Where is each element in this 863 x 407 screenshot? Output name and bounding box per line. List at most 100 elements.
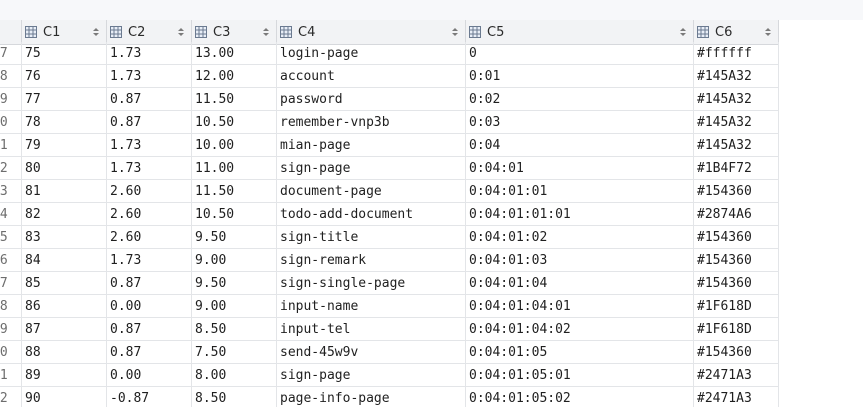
column-header[interactable]: C6 xyxy=(694,20,779,44)
table-cell[interactable]: 1.73 xyxy=(107,249,192,272)
table-row[interactable]: 9290-0.878.50page-info-page0:04:01:05:02… xyxy=(0,387,779,407)
data-grid[interactable]: C1C2C3C4C5C6 77751.7313.00login-page0#ff… xyxy=(0,20,779,407)
column-header[interactable]: C1 xyxy=(22,20,107,44)
table-cell[interactable]: password xyxy=(277,88,466,111)
table-cell[interactable]: #1F618D xyxy=(694,318,779,341)
table-row[interactable]: 78761.7312.00account0:01#145A32 xyxy=(0,65,779,88)
table-cell[interactable]: sign-page xyxy=(277,157,466,180)
table-cell[interactable]: 9.00 xyxy=(192,249,277,272)
table-cell[interactable]: sign-remark xyxy=(277,249,466,272)
table-row[interactable]: 85832.609.50sign-title0:04:01:02#154360 xyxy=(0,226,779,249)
table-cell[interactable]: sign-page xyxy=(277,364,466,387)
table-cell[interactable]: 2.60 xyxy=(107,180,192,203)
table-cell[interactable]: 85 xyxy=(22,272,107,295)
table-cell[interactable]: 77 xyxy=(22,88,107,111)
table-cell[interactable]: 10.50 xyxy=(192,203,277,226)
column-header[interactable]: C2 xyxy=(107,20,192,44)
table-cell[interactable]: 0:04:01:05 xyxy=(466,341,694,364)
table-row[interactable]: 83812.6011.50document-page0:04:01:01#154… xyxy=(0,180,779,203)
table-cell[interactable]: 0:04:01:04 xyxy=(466,272,694,295)
table-row[interactable]: 86841.739.00sign-remark0:04:01:03#154360 xyxy=(0,249,779,272)
table-cell[interactable]: 0:04:01:01:01 xyxy=(466,203,694,226)
table-cell[interactable]: input-name xyxy=(277,295,466,318)
table-cell[interactable]: todo-add-document xyxy=(277,203,466,226)
sort-toggle-icon[interactable] xyxy=(92,26,100,38)
table-cell[interactable]: 86 xyxy=(22,295,107,318)
table-cell[interactable]: 0.87 xyxy=(107,318,192,341)
table-cell[interactable]: sign-title xyxy=(277,226,466,249)
table-row[interactable]: 79770.8711.50password0:02#145A32 xyxy=(0,88,779,111)
table-cell[interactable]: account xyxy=(277,65,466,88)
table-cell[interactable]: 90 xyxy=(22,387,107,407)
table-row[interactable]: 88860.009.00input-name0:04:01:04:01#1F61… xyxy=(0,295,779,318)
table-cell[interactable]: 89 xyxy=(22,364,107,387)
table-cell[interactable]: 8.50 xyxy=(192,387,277,407)
table-cell[interactable]: remember-vnp3b xyxy=(277,111,466,134)
table-cell[interactable]: 0:04:01:04:02 xyxy=(466,318,694,341)
table-cell[interactable]: 0:02 xyxy=(466,88,694,111)
table-row[interactable]: 77751.7313.00login-page0#ffffff xyxy=(0,42,779,65)
table-cell[interactable]: input-tel xyxy=(277,318,466,341)
table-cell[interactable]: #2471A3 xyxy=(694,387,779,407)
table-cell[interactable]: send-45w9v xyxy=(277,341,466,364)
table-cell[interactable]: #2471A3 xyxy=(694,364,779,387)
table-row[interactable]: 90880.877.50send-45w9v0:04:01:05#154360 xyxy=(0,341,779,364)
table-cell[interactable]: 88 xyxy=(22,341,107,364)
table-cell[interactable]: #2874A6 xyxy=(694,203,779,226)
sort-toggle-icon[interactable] xyxy=(764,26,772,38)
table-cell[interactable]: #154360 xyxy=(694,180,779,203)
sort-toggle-icon[interactable] xyxy=(451,26,459,38)
table-cell[interactable]: page-info-page xyxy=(277,387,466,407)
table-cell[interactable]: #145A32 xyxy=(694,111,779,134)
table-cell[interactable]: 0:04:01:05:01 xyxy=(466,364,694,387)
table-cell[interactable]: 0.87 xyxy=(107,111,192,134)
table-cell[interactable]: 7.50 xyxy=(192,341,277,364)
table-cell[interactable]: 8.50 xyxy=(192,318,277,341)
column-header[interactable]: C5 xyxy=(466,20,694,44)
table-cell[interactable]: 87 xyxy=(22,318,107,341)
table-cell[interactable]: 2.60 xyxy=(107,203,192,226)
table-cell[interactable]: #154360 xyxy=(694,272,779,295)
table-cell[interactable]: 78 xyxy=(22,111,107,134)
table-row[interactable]: 84822.6010.50todo-add-document0:04:01:01… xyxy=(0,203,779,226)
table-cell[interactable]: 0:04 xyxy=(466,134,694,157)
table-row[interactable]: 89870.878.50input-tel0:04:01:04:02#1F618… xyxy=(0,318,779,341)
table-cell[interactable]: 0:04:01:03 xyxy=(466,249,694,272)
table-row[interactable]: 80780.8710.50remember-vnp3b0:03#145A32 xyxy=(0,111,779,134)
table-cell[interactable]: 0:04:01:01 xyxy=(466,180,694,203)
table-cell[interactable]: 10.50 xyxy=(192,111,277,134)
table-cell[interactable]: 0 xyxy=(466,42,694,65)
table-cell[interactable]: login-page xyxy=(277,42,466,65)
table-cell[interactable]: 75 xyxy=(22,42,107,65)
table-cell[interactable]: 11.50 xyxy=(192,180,277,203)
table-cell[interactable]: -0.87 xyxy=(107,387,192,407)
table-cell[interactable]: 12.00 xyxy=(192,65,277,88)
table-cell[interactable]: 0.00 xyxy=(107,295,192,318)
table-cell[interactable]: mian-page xyxy=(277,134,466,157)
table-cell[interactable]: 0.00 xyxy=(107,364,192,387)
table-cell[interactable]: 1.73 xyxy=(107,65,192,88)
table-row[interactable]: 87850.879.50sign-single-page0:04:01:04#1… xyxy=(0,272,779,295)
table-cell[interactable]: 1.73 xyxy=(107,134,192,157)
table-cell[interactable]: document-page xyxy=(277,180,466,203)
table-cell[interactable]: #154360 xyxy=(694,226,779,249)
table-cell[interactable]: 13.00 xyxy=(192,42,277,65)
table-cell[interactable]: #145A32 xyxy=(694,88,779,111)
table-cell[interactable]: 9.00 xyxy=(192,295,277,318)
table-cell[interactable]: 0:04:01 xyxy=(466,157,694,180)
table-cell[interactable]: 0:04:01:02 xyxy=(466,226,694,249)
table-cell[interactable]: 79 xyxy=(22,134,107,157)
table-cell[interactable]: 0.87 xyxy=(107,341,192,364)
table-cell[interactable]: 8.00 xyxy=(192,364,277,387)
table-cell[interactable]: 0.87 xyxy=(107,88,192,111)
table-cell[interactable]: #145A32 xyxy=(694,134,779,157)
sort-toggle-icon[interactable] xyxy=(262,26,270,38)
table-cell[interactable]: 9.50 xyxy=(192,226,277,249)
table-cell[interactable]: 81 xyxy=(22,180,107,203)
column-header[interactable]: C4 xyxy=(277,20,466,44)
sort-toggle-icon[interactable] xyxy=(679,26,687,38)
table-cell[interactable]: sign-single-page xyxy=(277,272,466,295)
table-cell[interactable]: #154360 xyxy=(694,249,779,272)
table-cell[interactable]: 11.00 xyxy=(192,157,277,180)
table-cell[interactable]: #1F618D xyxy=(694,295,779,318)
